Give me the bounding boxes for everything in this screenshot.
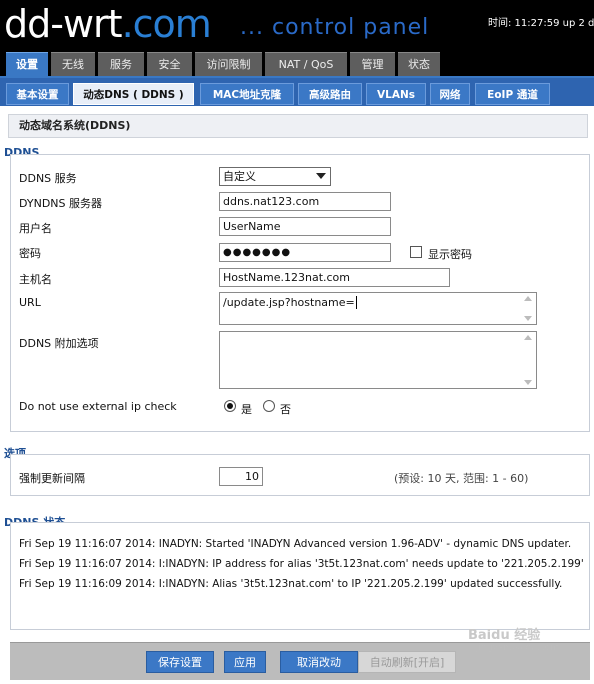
watermark-url: jingyan.baidu.com <box>476 643 560 653</box>
username-input[interactable]: UserName <box>219 217 391 236</box>
ddns-options-label: DDNS 附加选项 <box>19 337 99 350</box>
ext-ip-yes-radio[interactable] <box>224 400 236 412</box>
ddns-service-value: 自定义 <box>223 170 256 183</box>
url-value: /update.jsp?hostname= <box>223 296 355 309</box>
password-input[interactable]: ●●●●●●● <box>219 243 391 262</box>
ddns-service-select[interactable]: 自定义 <box>219 167 331 186</box>
save-button[interactable]: 保存设置 <box>146 651 214 673</box>
subtab-eoip-tunnel[interactable]: EoIP 通道 <box>475 83 550 105</box>
ext-ip-check-label: Do not use external ip check <box>19 400 177 413</box>
url-label: URL <box>19 296 41 309</box>
subtab-networking[interactable]: 网络 <box>430 83 470 105</box>
show-password-checkbox[interactable] <box>410 246 422 258</box>
watermark-brand: Baidu 经验 <box>468 628 541 643</box>
tab-access-restrictions[interactable]: 访问限制 <box>195 52 262 76</box>
sub-tab-bar: 基本设置 动态DNS ( DDNS ) MAC地址克隆 高级路由 VLANs 网… <box>0 76 594 106</box>
ddns-options-textarea[interactable] <box>219 331 537 389</box>
hostname-label: 主机名 <box>19 273 52 286</box>
url-textarea[interactable]: /update.jsp?hostname= <box>219 292 537 325</box>
scroll-down-icon <box>524 380 532 385</box>
auto-refresh-button[interactable]: 自动刷新[开启] <box>358 651 456 673</box>
logo-panel-text: ... control panel <box>240 15 430 40</box>
dd-wrt-logo: dd-wrt.com ... control panel <box>4 2 428 46</box>
cancel-changes-button[interactable]: 取消改动 <box>280 651 358 673</box>
apply-button[interactable]: 应用 <box>224 651 266 673</box>
chevron-down-icon <box>316 173 326 179</box>
force-update-hint: (预设: 10 天, 范围: 1 - 60) <box>394 472 529 485</box>
baidu-watermark: Baidu 经验 jingyan.baidu.com <box>468 624 559 653</box>
subtab-basic-setup[interactable]: 基本设置 <box>6 83 69 105</box>
tab-security[interactable]: 安全 <box>147 52 192 76</box>
scroll-down-icon <box>524 316 532 321</box>
status-line: Fri Sep 19 11:16:09 2014: I:INADYN: Alia… <box>19 578 563 590</box>
subtab-ddns[interactable]: 动态DNS ( DDNS ) <box>73 83 194 105</box>
main-tab-bar: 设置 无线 服务 安全 访问限制 NAT / QoS 管理 状态 <box>0 52 594 76</box>
dyndns-server-input[interactable]: ddns.nat123.com <box>219 192 391 211</box>
status-line: Fri Sep 19 11:16:07 2014: INADYN: Starte… <box>19 538 572 550</box>
dyndns-server-label: DYNDNS 服务器 <box>19 197 102 210</box>
tab-wireless[interactable]: 无线 <box>51 52 95 76</box>
ext-ip-no-radio[interactable] <box>263 400 275 412</box>
hostname-input[interactable]: HostName.123nat.com <box>219 268 450 287</box>
subtab-vlans[interactable]: VLANs <box>366 83 426 105</box>
scroll-up-icon <box>524 335 532 340</box>
textarea-scrollbar[interactable] <box>523 296 533 321</box>
username-label: 用户名 <box>19 222 52 235</box>
password-label: 密码 <box>19 247 41 260</box>
scroll-up-icon <box>524 296 532 301</box>
logo-main: dd-wrt <box>4 2 123 46</box>
force-update-label: 强制更新间隔 <box>19 472 85 485</box>
logo-dotcom: .com <box>121 2 212 46</box>
ext-ip-no-label: 否 <box>280 403 291 416</box>
header: dd-wrt.com ... control panel 时间: 11:27:5… <box>0 0 594 52</box>
ddns-service-label: DDNS 服务 <box>19 172 77 185</box>
subtab-mac-clone[interactable]: MAC地址克隆 <box>200 83 294 105</box>
status-line: Fri Sep 19 11:16:07 2014: I:INADYN: IP a… <box>19 558 584 570</box>
uptime-text: 时间: 11:27:59 up 2 d <box>488 18 594 29</box>
tab-nat-qos[interactable]: NAT / QoS <box>265 52 347 76</box>
textarea-scrollbar[interactable] <box>523 335 533 385</box>
ext-ip-yes-label: 是 <box>241 403 252 416</box>
subtab-advanced-routing[interactable]: 高级路由 <box>298 83 362 105</box>
tab-services[interactable]: 服务 <box>98 52 144 76</box>
show-password-label: 显示密码 <box>428 248 472 261</box>
content-area: 动态域名系统(DDNS) DDNS DDNS 服务 自定义 DYNDNS 服务器… <box>0 106 594 684</box>
tab-setup[interactable]: 设置 <box>6 52 48 76</box>
force-update-input[interactable]: 10 <box>219 467 263 486</box>
tab-administration[interactable]: 管理 <box>350 52 395 76</box>
page-title: 动态域名系统(DDNS) <box>8 114 588 138</box>
tab-status[interactable]: 状态 <box>398 52 440 76</box>
